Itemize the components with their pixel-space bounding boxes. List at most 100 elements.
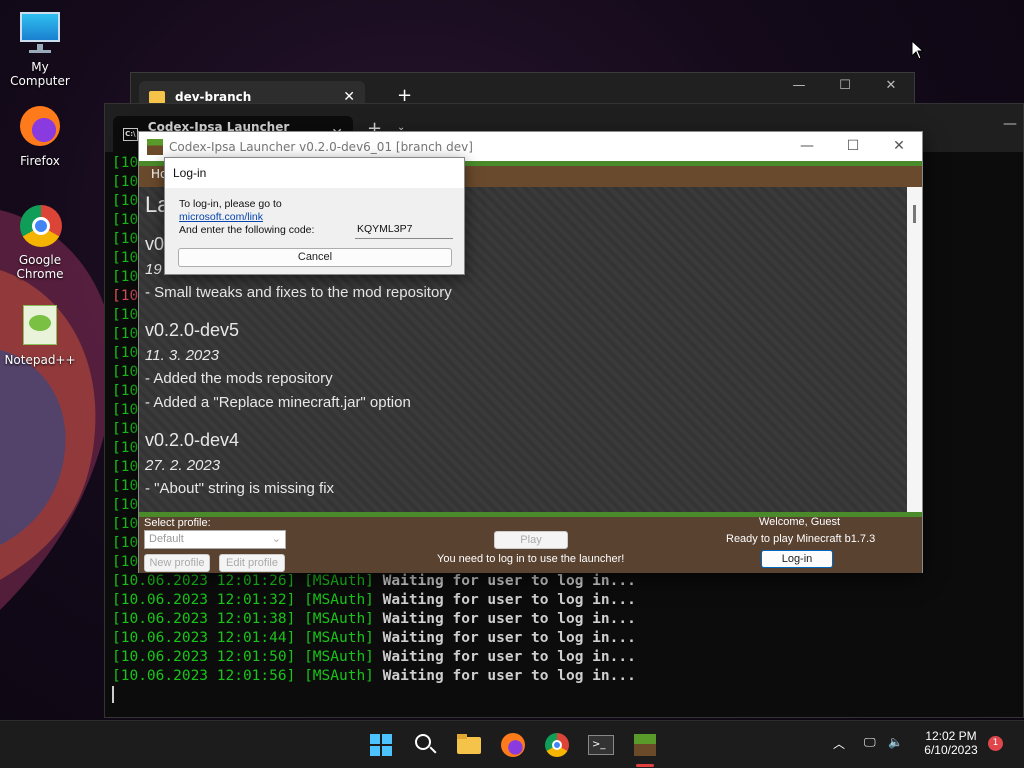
terminal-log-line: [10.06.2023 12:01:56] [MSAuth] Waiting f… — [112, 668, 636, 684]
mouse-cursor-icon — [911, 40, 925, 60]
version-heading: v0 — [145, 234, 165, 254]
chevron-down-icon: ⌄ — [271, 533, 281, 545]
clock-time: 12:02 PM — [925, 729, 977, 743]
clock-date: 6/10/2023 — [924, 743, 978, 757]
monitor-icon — [17, 10, 63, 56]
play-button[interactable]: Play — [494, 531, 568, 549]
firefox-icon — [17, 104, 63, 150]
terminal-line: [10 — [112, 155, 139, 171]
version-date: 19 — [145, 261, 162, 278]
cancel-button[interactable]: Cancel — [178, 248, 452, 267]
login-code-field[interactable]: KQYML3P7 — [355, 223, 453, 239]
explorer-tab-title: dev-branch — [175, 90, 252, 104]
chrome-icon[interactable] — [542, 730, 572, 760]
grass-block-icon — [147, 138, 163, 155]
version-date: 27. 2. 2023 — [145, 457, 221, 474]
search-icon[interactable] — [410, 730, 440, 760]
terminal-output-partial: [10 [10 [10 [10 [10 [10 [10 [10 [10 [10 … — [112, 154, 138, 572]
file-explorer-icon[interactable] — [454, 730, 484, 760]
desktop-icon-chrome[interactable]: Google Chrome — [0, 203, 80, 281]
terminal-log-line: [10.06.2023 12:01:44] [MSAuth] Waiting f… — [112, 630, 636, 646]
terminal-line: [10 — [112, 193, 139, 209]
desktop-icon-label: Firefox — [20, 154, 60, 168]
terminal-log: [10.06.2023 12:01:26] [MSAuth] Waiting f… — [112, 572, 636, 686]
terminal-line: [10 — [112, 174, 139, 190]
dialog-title: Log-in — [165, 158, 464, 188]
launcher-taskbar-icon[interactable] — [630, 730, 660, 767]
folder-icon — [149, 90, 165, 104]
minimize-icon[interactable]: — — [1003, 116, 1017, 132]
chevron-up-icon[interactable]: ︿ — [833, 735, 845, 752]
changelog-item: - Added the mods repository — [145, 370, 333, 387]
desktop-icon-label: Google Chrome — [16, 253, 64, 281]
terminal-line: [10 — [112, 497, 139, 513]
volume-icon[interactable]: 🔈 — [888, 735, 903, 749]
terminal-log-line: [10.06.2023 12:01:38] [MSAuth] Waiting f… — [112, 611, 636, 627]
version-date: 11. 3. 2023 — [145, 347, 219, 364]
terminal-line: [10 — [112, 364, 139, 380]
clock[interactable]: 12:02 PM 6/10/2023 — [920, 729, 982, 757]
select-profile-label: Select profile: — [144, 517, 211, 529]
changelog-item: - Small tweaks and fixes to the mod repo… — [145, 284, 452, 301]
microsoft-link[interactable]: microsoft.com/link — [179, 211, 263, 223]
terminal-line: [10 — [112, 383, 139, 399]
terminal-line: [10 — [112, 478, 139, 494]
launcher-window-controls: — ☐ ✕ — [784, 132, 922, 161]
terminal-line: [10 — [112, 421, 139, 437]
terminal-line: [10 — [112, 402, 139, 418]
terminal-line: [10 — [112, 307, 139, 323]
welcome-text: Welcome, Guest — [759, 516, 841, 528]
close-icon[interactable]: ✕ — [876, 132, 922, 161]
launcher-title: Codex-Ipsa Launcher v0.2.0-dev6_01 [bran… — [169, 139, 473, 154]
terminal-line: [10 — [112, 459, 139, 475]
terminal-line: [10 — [112, 554, 139, 570]
cmd-icon: C:\ — [123, 127, 138, 141]
version-heading: v0.2.0-dev4 — [145, 430, 240, 450]
scrollbar-thumb[interactable] — [913, 205, 916, 223]
desktop-icon-label: Notepad++ — [4, 353, 76, 367]
dialog-instruction-code: And enter the following code: — [179, 224, 315, 236]
dialog-instruction: To log-in, please go to — [179, 198, 282, 210]
terminal-line: [10 — [112, 269, 139, 285]
taskbar: >_ ︿ 🖵 🔈 12:02 PM 6/10/2023 — [0, 720, 1024, 768]
terminal-log-line: [10.06.2023 12:01:50] [MSAuth] Waiting f… — [112, 649, 636, 665]
maximize-icon[interactable]: ☐ — [822, 78, 868, 93]
terminal-line: [10 — [112, 326, 139, 342]
chrome-icon — [17, 203, 63, 249]
launcher-bottom-bar: Select profile: Default ⌄ New profile Ed… — [139, 512, 922, 573]
terminal-line: [10 — [112, 212, 139, 228]
terminal-line: [10 — [112, 535, 139, 551]
changelog-scrollbar[interactable] — [907, 187, 922, 512]
firefox-icon[interactable] — [498, 730, 528, 760]
minimize-icon[interactable]: — — [776, 78, 822, 93]
desktop-icon-notepadpp[interactable]: Notepad++ — [0, 303, 80, 367]
terminal-icon[interactable]: >_ — [586, 730, 616, 760]
terminal-line: [10 — [112, 231, 139, 247]
profile-select-value: Default — [149, 533, 184, 545]
terminal-log-line: [10.06.2023 12:01:32] [MSAuth] Waiting f… — [112, 592, 636, 608]
notification-badge[interactable]: 1 — [988, 736, 1003, 751]
version-heading: v0.2.0-dev5 — [145, 320, 240, 340]
network-icon[interactable]: 🖵 — [864, 735, 876, 750]
minimize-icon[interactable]: — — [784, 132, 830, 161]
changelog-item: - "About" string is missing fix — [145, 480, 335, 497]
explorer-window-controls: — ☐ ✕ — [776, 78, 914, 93]
maximize-icon[interactable]: ☐ — [830, 132, 876, 161]
terminal-line: [10 — [112, 516, 139, 532]
terminal-cursor — [112, 686, 114, 703]
login-dialog[interactable]: Log-in To log-in, please go to microsoft… — [164, 157, 465, 275]
edit-profile-button[interactable]: Edit profile — [219, 554, 285, 572]
ready-text: Ready to play Minecraft b1.7.3 — [726, 533, 876, 545]
play-hint: You need to log in to use the launcher! — [437, 553, 625, 565]
login-button[interactable]: Log-in — [761, 550, 833, 568]
terminal-line: [10 — [112, 440, 139, 456]
terminal-line: [10 — [112, 345, 139, 361]
new-profile-button[interactable]: New profile — [144, 554, 210, 572]
profile-select[interactable]: Default ⌄ — [144, 530, 286, 549]
terminal-line: [10 — [112, 250, 139, 266]
windows-start-icon[interactable] — [366, 730, 396, 760]
close-icon[interactable]: ✕ — [868, 78, 914, 93]
desktop-icon-my-computer[interactable]: My Computer — [0, 10, 80, 88]
terminal-line: [10 — [112, 288, 139, 304]
desktop-icon-firefox[interactable]: Firefox — [0, 104, 80, 168]
